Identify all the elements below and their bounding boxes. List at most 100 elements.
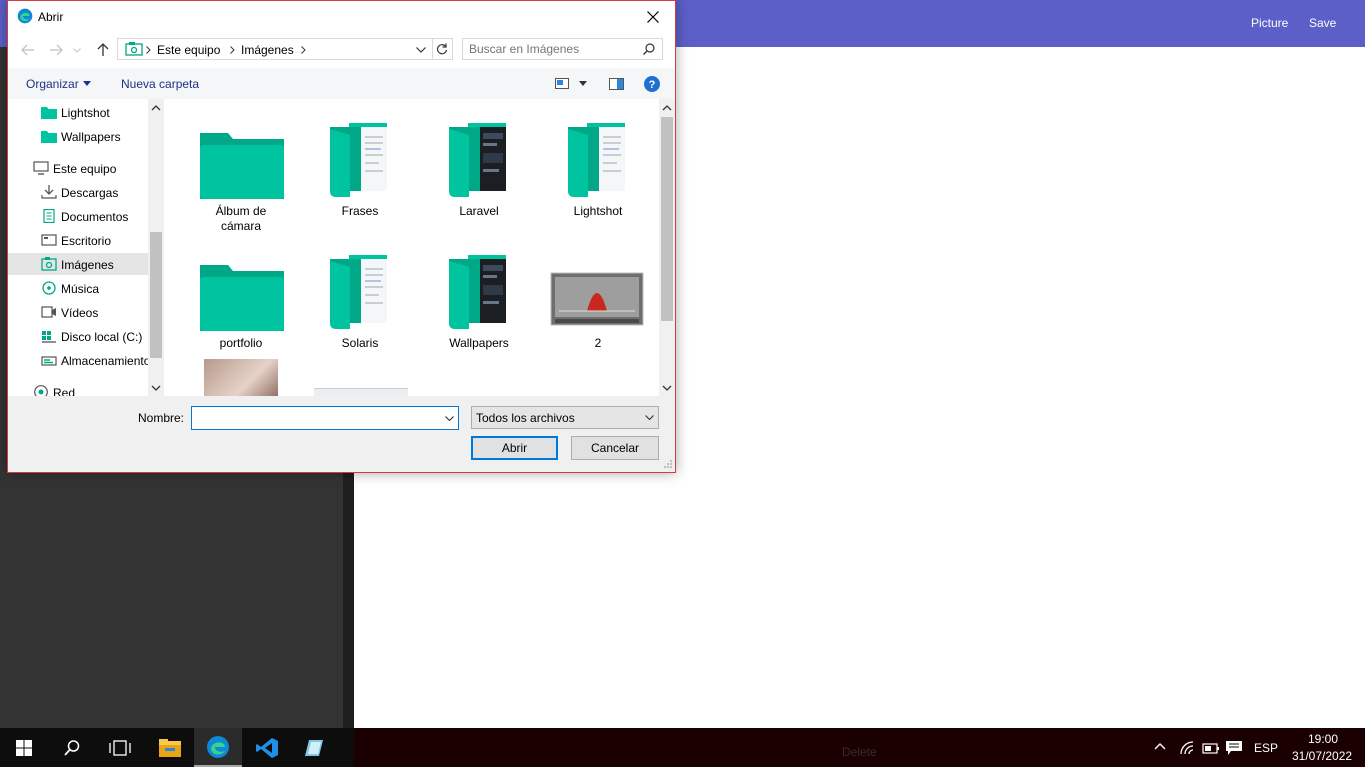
file-scrollbar[interactable] [659, 99, 675, 396]
search-box[interactable] [462, 38, 663, 60]
photo-thumbnail[interactable] [314, 388, 408, 396]
dialog-titlebar: Abrir [8, 1, 675, 32]
file-explorer-taskbar-button[interactable] [146, 728, 194, 767]
scroll-up-icon[interactable] [662, 105, 672, 111]
file-type-select[interactable]: Todos los archivos [471, 406, 659, 429]
recent-locations-button[interactable] [71, 41, 83, 59]
clock-date[interactable]: 31/07/2022 [1292, 749, 1352, 763]
file-name-field[interactable] [191, 406, 459, 430]
folder-item[interactable]: Wallpapers [424, 245, 534, 365]
wifi-icon[interactable] [1180, 741, 1194, 755]
up-button[interactable] [93, 41, 113, 59]
nav-item-este-equipo[interactable]: Este equipo [8, 157, 148, 179]
open-button[interactable]: Abrir [471, 436, 558, 460]
photo-thumbnail[interactable] [204, 359, 278, 396]
chevron-down-icon[interactable] [445, 416, 454, 421]
document-icon [43, 209, 55, 223]
view-options-dropdown-icon[interactable] [579, 81, 587, 86]
open-file-dialog: Abrir Este equipo Imágenes Buscar en Imá… [7, 0, 676, 473]
nav-item-descargas[interactable]: Descargas [8, 181, 148, 203]
scroll-down-icon[interactable] [151, 385, 161, 391]
nav-item-almacenamiento[interactable]: Almacenamiento [8, 349, 150, 371]
breadcrumb-imagenes[interactable]: Imágenes [241, 43, 294, 57]
nav-item-imágenes[interactable]: Imágenes [8, 253, 148, 275]
nav-picture-link[interactable]: Picture [1251, 16, 1288, 30]
arrow-up-icon [97, 43, 109, 56]
battery-icon[interactable] [1202, 741, 1220, 755]
start-button[interactable] [0, 728, 48, 767]
new-folder-button[interactable]: Nueva carpeta [121, 77, 199, 91]
image-file-item[interactable]: 2 [543, 245, 653, 365]
clock-time[interactable]: 19:00 [1308, 732, 1338, 746]
search-taskbar-button[interactable] [48, 728, 96, 767]
nav-scrollbar-thumb[interactable] [150, 232, 162, 358]
search-icon[interactable] [643, 43, 655, 55]
edge-taskbar-button[interactable] [194, 728, 242, 767]
chevron-down-icon[interactable] [416, 47, 426, 53]
nav-item-escritorio[interactable]: Escritorio [8, 229, 148, 251]
item-label: portfolio [219, 336, 263, 350]
notepad-taskbar-button[interactable] [292, 728, 340, 767]
nav-item-documentos[interactable]: Documentos [8, 205, 148, 227]
nav-item-música[interactable]: Música [8, 277, 148, 299]
chevron-right-icon [230, 46, 235, 54]
chevron-up-icon[interactable] [1154, 742, 1166, 750]
delete-button[interactable]: Delete [842, 745, 877, 759]
organize-button[interactable]: Organizar [26, 77, 79, 91]
arrow-left-icon [21, 44, 34, 56]
nav-item-wallpapers[interactable]: Wallpapers [8, 125, 148, 147]
dialog-title: Abrir [38, 10, 64, 24]
windows-icon [16, 739, 32, 756]
vscode-icon [256, 737, 278, 758]
back-button[interactable] [18, 41, 38, 59]
folder-item[interactable]: Álbum de cámara [186, 113, 296, 233]
file-name-input[interactable] [195, 410, 435, 426]
chevron-down-icon [73, 47, 81, 53]
nav-item-lightshot[interactable]: Lightshot [8, 101, 148, 123]
item-thumbnail [424, 113, 534, 203]
file-scrollbar-thumb[interactable] [661, 117, 673, 321]
breadcrumb-este-equipo[interactable]: Este equipo [157, 43, 220, 57]
vscode-taskbar-button[interactable] [243, 728, 291, 767]
scroll-up-icon[interactable] [151, 105, 161, 111]
pictures-icon [125, 42, 143, 56]
nav-scrollbar[interactable] [148, 99, 164, 396]
item-label: Solaris [341, 336, 379, 350]
folder-icon [41, 107, 57, 119]
nav-item-label: Vídeos [61, 306, 99, 320]
pictures-icon [41, 257, 57, 271]
nav-save-link[interactable]: Save [1309, 16, 1336, 30]
nav-item-vídeos[interactable]: Vídeos [8, 301, 148, 323]
notification-icon[interactable] [1225, 740, 1243, 756]
nav-item-disco-local-c-[interactable]: Disco local (C:) [8, 325, 148, 347]
item-label: Álbum de cámara [215, 204, 267, 233]
search-input[interactable] [469, 41, 634, 57]
item-thumbnail [424, 245, 534, 335]
cancel-button[interactable]: Cancelar [571, 436, 659, 460]
resize-grip-icon[interactable] [663, 459, 673, 469]
refresh-icon[interactable] [436, 43, 448, 55]
folder-item[interactable]: Lightshot [543, 113, 653, 233]
scroll-down-icon[interactable] [662, 385, 672, 391]
item-label: 2 [594, 336, 602, 350]
nav-item-label: Descargas [61, 186, 119, 200]
close-button[interactable] [631, 1, 675, 32]
folder-icon [200, 133, 284, 199]
folder-item[interactable]: Solaris [305, 245, 415, 365]
folder-icon [449, 255, 506, 329]
svg-text:?: ? [649, 79, 656, 91]
download-icon [41, 185, 57, 199]
navigation-bar: Este equipo Imágenes [8, 36, 675, 64]
forward-button[interactable] [46, 41, 66, 59]
change-view-icon[interactable] [555, 78, 569, 89]
task-view-button[interactable] [96, 728, 144, 767]
help-icon[interactable]: ? [644, 76, 660, 92]
folder-item[interactable]: Laravel [424, 113, 534, 233]
folder-item[interactable]: portfolio [186, 245, 296, 365]
folder-item[interactable]: Frases [305, 113, 415, 233]
nav-item-label: Disco local (C:) [61, 330, 143, 344]
item-label: Frases [341, 204, 379, 218]
language-indicator[interactable]: ESP [1254, 741, 1278, 755]
preview-pane-icon[interactable] [609, 78, 624, 90]
address-bar[interactable]: Este equipo Imágenes [117, 38, 453, 60]
